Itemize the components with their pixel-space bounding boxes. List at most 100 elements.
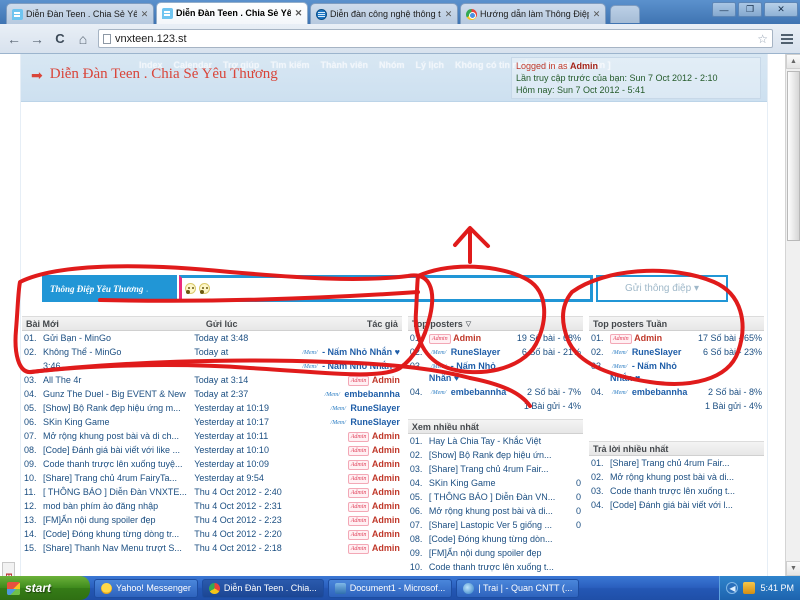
- scroll-up-icon[interactable]: ▲: [786, 54, 800, 69]
- browser-tab-2-active[interactable]: Diễn Đàn Teen . Chia Sẻ Yêu ✕: [156, 2, 308, 24]
- maximize-button[interactable]: ❐: [738, 2, 762, 17]
- row-subject-link[interactable]: Mở rộng khung post bài và di...: [427, 504, 567, 518]
- list-item[interactable]: 02. /Mem/ RuneSlayer 6 Số bài - 23%: [589, 345, 764, 359]
- row-subject-link[interactable]: Code thanh trược lên xuống tuyệ...: [41, 457, 192, 471]
- row-subject-link[interactable]: [Show] Bộ Rank đẹp hiệu ứn...: [427, 448, 567, 462]
- row-subject-link[interactable]: [Code] Đóng khung từng dòn...: [427, 532, 567, 546]
- list-item[interactable]: 10. Code thanh trược lên xuống t...: [408, 560, 583, 574]
- row-author[interactable]: Admin Admin: [298, 499, 402, 513]
- forward-icon[interactable]: →: [29, 31, 45, 47]
- list-item[interactable]: 02. Mở rộng khung post bài và di...: [589, 470, 764, 484]
- list-item[interactable]: 1 Bài gửi - 4%: [589, 399, 764, 413]
- row-subject-link[interactable]: Mở rộng khung post bài và di...: [608, 470, 764, 484]
- chrome-menu-icon[interactable]: [780, 33, 794, 44]
- list-item[interactable]: 03. /Mem/ - Nấm Nhỏ Nhắn ♥: [408, 359, 583, 385]
- bookmark-star-icon[interactable]: ☆: [757, 32, 768, 46]
- tab-close-icon[interactable]: ✕: [294, 9, 303, 18]
- list-item[interactable]: 03. /Mem/ - Nấm Nhỏ Nhắn ♥: [589, 359, 764, 385]
- list-item[interactable]: 01. Hay Là Chia Tay - Khắc Việt: [408, 434, 583, 448]
- row-author[interactable]: /Mem/ RuneSlayer: [298, 415, 402, 429]
- row-author[interactable]: /Mem/ embebannha: [298, 387, 402, 401]
- list-item[interactable]: 07. [Share] Lastopic Ver 5 giống ... 0: [408, 518, 583, 532]
- address-bar[interactable]: vnxteen.123.st ☆: [98, 29, 773, 48]
- list-item[interactable]: 03. Code thanh trược lên xuống t...: [589, 484, 764, 498]
- list-item[interactable]: 01. [Share] Trang chủ 4rum Fair...: [589, 456, 764, 470]
- row-author[interactable]: Admin Admin: [298, 429, 402, 443]
- row-author[interactable]: /Mem/ - Nấm Nhỏ Nhắn ♥: [298, 359, 402, 373]
- row-subject-link[interactable]: 3:46: [41, 359, 192, 373]
- table-row[interactable]: 03. All The 4r Today at 3:14 Admin Admin: [22, 373, 402, 387]
- list-item[interactable]: 04. [Code] Đánh giá bài viết với l...: [589, 498, 764, 512]
- browser-tab-1[interactable]: Diễn Đàn Teen . Chia Sẻ Yêu ✕: [6, 3, 154, 24]
- list-item[interactable]: 01. Admin Admin 19 Số bài - 68%: [408, 331, 583, 345]
- row-author[interactable]: Admin Admin: [298, 527, 402, 541]
- smiley-icon[interactable]: [185, 283, 196, 294]
- scroll-down-icon[interactable]: ▼: [786, 561, 800, 576]
- row-subject-link[interactable]: Hay Là Chia Tay - Khắc Việt: [427, 434, 567, 448]
- row-subject-link[interactable]: [Code] Đóng khung từng dòng tr...: [41, 527, 192, 541]
- chevron-down-icon[interactable]: ▽: [466, 320, 471, 328]
- list-item[interactable]: 08. [Code] Đóng khung từng dòn...: [408, 532, 583, 546]
- row-subject-link[interactable]: [FM]Ẩn nội dung spoiler đẹp: [41, 513, 192, 527]
- list-item[interactable]: 02. /Mem/ RuneSlayer 6 Số bài - 21%: [408, 345, 583, 359]
- blog-side-tab[interactable]: Blog: [2, 562, 15, 576]
- table-row[interactable]: 15. [Share] Thanh Nav Menu trượt S... Thu …: [22, 541, 402, 555]
- row-subject-link[interactable]: [Show] Bộ Rank đẹp hiệu ứng m...: [41, 401, 192, 415]
- row-subject-link[interactable]: [ THÔNG BÁO ] Diễn Đàn VN...: [427, 490, 567, 504]
- list-item[interactable]: 04. /Mem/ embebannha 2 Số bài - 8%: [589, 385, 764, 399]
- row-author[interactable]: Admin Admin: [298, 457, 402, 471]
- table-row[interactable]: 11. [ THÔNG BÁO ] Diễn Đàn VNXTE... Thu 4 …: [22, 485, 402, 499]
- nav-item-help[interactable]: Trợ giúp: [223, 60, 259, 70]
- list-item[interactable]: 01. Admin Admin 17 Số bài - 65%: [589, 331, 764, 345]
- nav-item-index[interactable]: Index: [139, 60, 163, 70]
- row-user[interactable]: /Mem/ RuneSlayer: [608, 345, 696, 359]
- row-subject-link[interactable]: Gửi Bạn - MinGo: [41, 331, 192, 345]
- table-row[interactable]: 07. Mở rộng khung post bài và di ch... Yes…: [22, 429, 402, 443]
- nav-item-search[interactable]: Tìm kiếm: [270, 60, 309, 70]
- tab-close-icon[interactable]: ✕: [444, 9, 453, 19]
- back-icon[interactable]: ←: [6, 31, 22, 47]
- show-hidden-icons-icon[interactable]: ◀: [726, 582, 739, 594]
- table-row[interactable]: 02. Không Thể - MinGo Today at/Mem/ - Nấm …: [22, 345, 402, 359]
- row-user[interactable]: /Mem/ embebannha: [608, 385, 696, 399]
- table-row[interactable]: 08. [Code] Đánh giá bài viết với like ...…: [22, 443, 402, 457]
- list-item[interactable]: 04. /Mem/ embebannha 2 Số bài - 7%: [408, 385, 583, 399]
- reload-icon[interactable]: C: [52, 31, 68, 47]
- row-user[interactable]: [608, 399, 696, 413]
- table-row[interactable]: 05. [Show] Bộ Rank đẹp hiệu ứng m... Yeste…: [22, 401, 402, 415]
- start-button[interactable]: start: [0, 576, 90, 600]
- page-scrollbar[interactable]: ▲ ▼: [785, 54, 800, 576]
- list-item[interactable]: 05. [ THÔNG BÁO ] Diễn Đàn VN... 0: [408, 490, 583, 504]
- home-icon[interactable]: ⌂: [75, 31, 91, 47]
- row-user[interactable]: /Mem/ - Nấm Nhỏ Nhắn ♥: [427, 359, 515, 385]
- row-subject-link[interactable]: [FM]Ẩn nội dung spoiler đẹp: [427, 546, 567, 560]
- chatbox-input-wrapper[interactable]: [179, 275, 593, 302]
- row-subject-link[interactable]: [Share] Trang chủ 4rum Fair...: [427, 462, 567, 476]
- list-item[interactable]: 03. [Share] Trang chủ 4rum Fair...: [408, 462, 583, 476]
- nav-item-groups[interactable]: Nhóm: [379, 60, 405, 70]
- scrollbar-thumb[interactable]: [787, 71, 800, 241]
- table-row[interactable]: 06. SKin King Game Yesterday at 10:17/Mem/…: [22, 415, 402, 429]
- table-row[interactable]: 13. [FM]Ẩn nội dung spoiler đẹp Thu 4 Oct …: [22, 513, 402, 527]
- table-row[interactable]: 04. Gunz The Duel - Big EVENT & New Today …: [22, 387, 402, 401]
- chatbox-send-button[interactable]: Gửi thông điệp ▾: [596, 275, 728, 302]
- row-user[interactable]: /Mem/ - Nấm Nhỏ Nhắn ♥: [608, 359, 696, 385]
- nav-item-profile[interactable]: Lý lịch: [415, 60, 444, 70]
- row-subject-link[interactable]: [Code] Đánh giá bài viết với l...: [608, 498, 764, 512]
- row-user[interactable]: /Mem/ embebannha: [427, 385, 515, 399]
- table-row[interactable]: 3:46/Mem/ - Nấm Nhỏ Nhắn ♥: [22, 359, 402, 373]
- row-subject-link[interactable]: Gunz The Duel - Big EVENT & New: [41, 387, 192, 401]
- row-author[interactable]: /Mem/ - Nấm Nhỏ Nhắn ♥: [298, 345, 402, 359]
- table-row[interactable]: 12. mod bàn phím ảo đăng nhập Thu 4 Oct 20…: [22, 499, 402, 513]
- row-user[interactable]: Admin Admin: [608, 331, 696, 345]
- row-subject-link[interactable]: [Share] Thanh Nav Menu trượt S...: [41, 541, 192, 555]
- list-item[interactable]: 1 Bài gửi - 4%: [408, 399, 583, 413]
- row-subject-link[interactable]: Không Thể - MinGo: [41, 345, 192, 359]
- row-subject-link[interactable]: [ THÔNG BÁO ] Diễn Đàn VNXTE...: [41, 485, 192, 499]
- minimize-button[interactable]: —: [712, 2, 736, 17]
- smiley-icon-2[interactable]: [199, 283, 210, 294]
- row-subject-link[interactable]: [Code] Đánh giá bài viết với like ...: [41, 443, 192, 457]
- row-author[interactable]: [298, 331, 402, 345]
- row-subject-link[interactable]: [Share] Trang chủ 4rum Fair...: [608, 456, 764, 470]
- taskbar-item-chrome[interactable]: Diễn Đàn Teen . Chia...: [201, 578, 324, 598]
